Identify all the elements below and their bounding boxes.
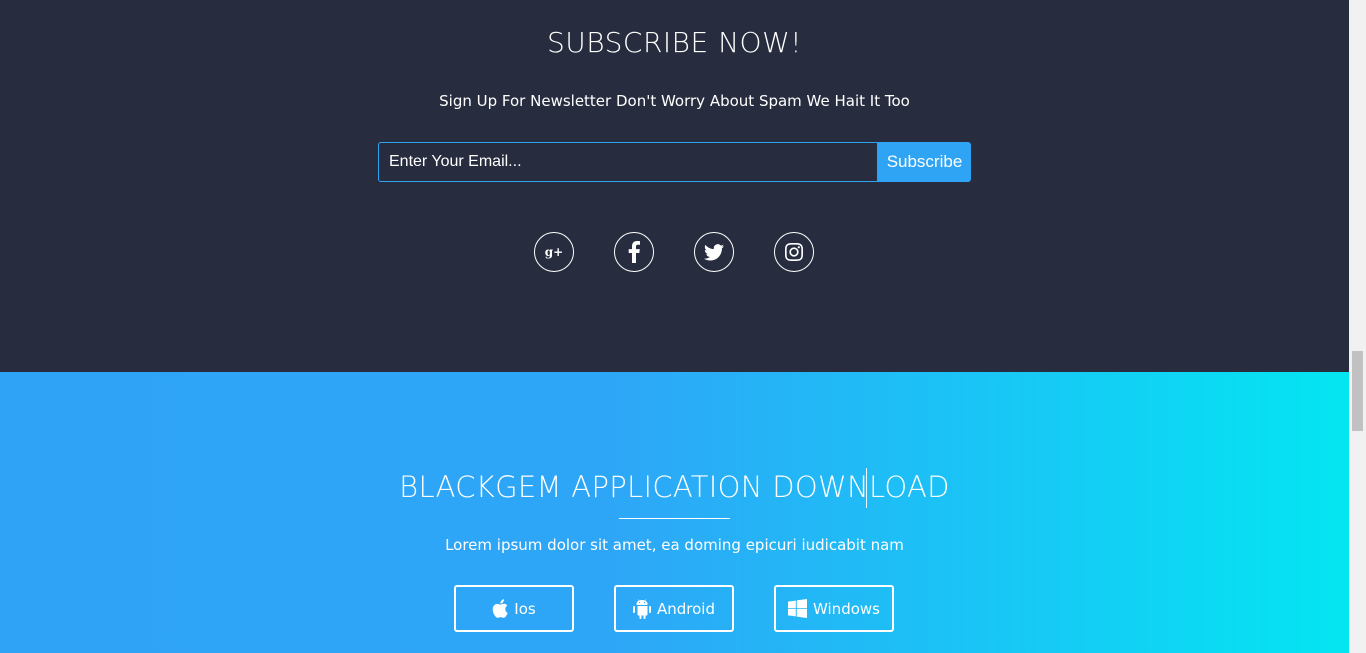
subscribe-button[interactable]: Subscribe [878, 142, 971, 182]
title-underline [619, 518, 730, 519]
twitter-icon [704, 243, 724, 260]
google-plus-link[interactable]: g+ [534, 232, 574, 272]
google-plus-icon: g+ [544, 245, 564, 259]
subscribe-title: SUBSCRIBE NOW! [547, 26, 802, 59]
android-icon [633, 598, 651, 619]
page-scrollbar[interactable] [1349, 0, 1366, 653]
windows-icon [788, 599, 808, 618]
download-title: BLACKGEM APPLICATION DOWNLOAD [399, 470, 950, 504]
android-label: Android [657, 599, 715, 618]
subscribe-description: Sign Up For Newsletter Don't Worry About… [439, 92, 910, 110]
page: SUBSCRIBE NOW! Sign Up For Newsletter Do… [0, 0, 1349, 653]
android-download-button[interactable]: Android [614, 585, 734, 632]
subscribe-section: SUBSCRIBE NOW! Sign Up For Newsletter Do… [0, 0, 1349, 372]
twitter-link[interactable] [694, 232, 734, 272]
subscribe-form: Subscribe [378, 142, 971, 182]
ios-download-button[interactable]: Ios [454, 585, 574, 632]
download-description: Lorem ipsum dolor sit amet, ea doming ep… [445, 536, 904, 554]
facebook-link[interactable] [614, 232, 654, 272]
windows-download-button[interactable]: Windows [774, 585, 894, 632]
email-input[interactable] [378, 142, 878, 182]
ios-label: Ios [514, 599, 536, 618]
instagram-link[interactable] [774, 232, 814, 272]
apple-icon [493, 599, 508, 618]
scrollbar-thumb[interactable] [1352, 351, 1363, 431]
facebook-icon [628, 241, 640, 263]
windows-label: Windows [813, 599, 880, 618]
text-cursor [866, 468, 867, 508]
instagram-icon [785, 243, 803, 261]
download-buttons: Ios Android Windows [454, 585, 894, 632]
download-section: BLACKGEM APPLICATION DOWNLOAD Lorem ipsu… [0, 372, 1349, 653]
social-links: g+ [534, 232, 814, 272]
